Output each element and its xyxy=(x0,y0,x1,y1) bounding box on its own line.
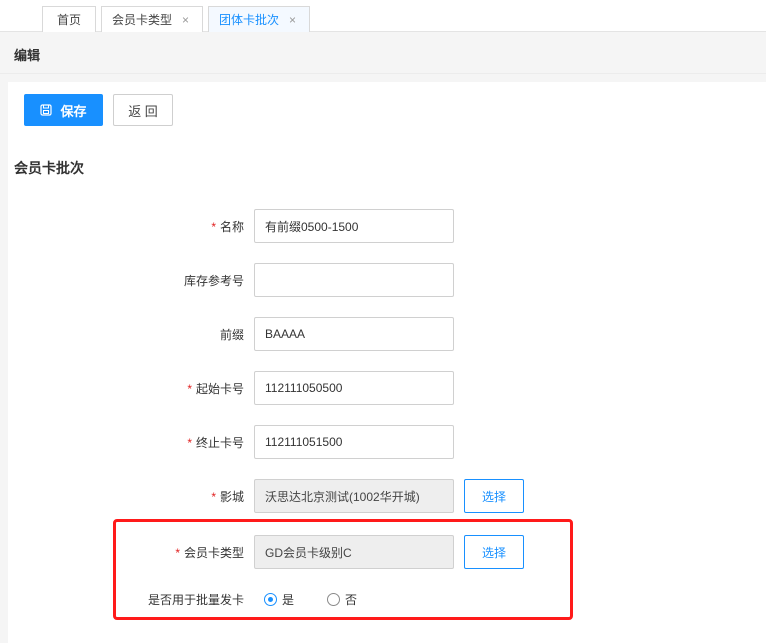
close-icon[interactable]: × xyxy=(182,13,189,27)
close-icon[interactable]: × xyxy=(289,13,296,27)
name-input[interactable] xyxy=(254,209,454,243)
page-title: 编辑 xyxy=(14,48,41,63)
radio-checked-icon[interactable] xyxy=(264,592,277,606)
stock-ref-label: 库存参考号 xyxy=(183,274,244,288)
tab-member-card-type[interactable]: 会员卡类型 × xyxy=(101,6,203,32)
stock-ref-input[interactable] xyxy=(254,263,454,297)
batch-issue-label: 是否用于批量发卡 xyxy=(147,593,244,607)
cinema-label: * 影城 xyxy=(211,490,244,504)
radio-no-label: 否 xyxy=(345,592,358,607)
cinema-select-button[interactable]: 选择 xyxy=(464,479,524,513)
card-type-select-button[interactable]: 选择 xyxy=(464,535,524,569)
tab-label: 首页 xyxy=(56,13,81,27)
select-button-label: 选择 xyxy=(481,489,506,504)
tab-group-card-batch[interactable]: 团体卡批次 × xyxy=(208,6,310,32)
tab-label: 团体卡批次 xyxy=(219,13,280,27)
tab-bar: 首页 会员卡类型 × 团体卡批次 × xyxy=(0,0,766,32)
required-mark: * xyxy=(211,490,216,504)
end-no-input[interactable] xyxy=(254,425,454,459)
save-button-label: 保存 xyxy=(60,103,87,119)
required-mark: * xyxy=(187,382,192,396)
cinema-input xyxy=(254,479,454,513)
save-button[interactable]: 保存 xyxy=(24,94,103,126)
start-no-input[interactable] xyxy=(254,371,454,405)
end-no-label: * 终止卡号 xyxy=(187,436,244,450)
tab-label: 会员卡类型 xyxy=(112,13,173,27)
prefix-input[interactable] xyxy=(254,317,454,351)
required-mark: * xyxy=(175,546,180,560)
radio-yes-label: 是 xyxy=(282,592,295,607)
back-button[interactable]: 返 回 xyxy=(113,94,173,126)
tab-home[interactable]: 首页 xyxy=(42,6,96,32)
start-no-label: * 起始卡号 xyxy=(187,382,244,396)
card-type-input xyxy=(254,535,454,569)
required-mark: * xyxy=(187,436,192,450)
card-type-label: * 会员卡类型 xyxy=(175,546,244,560)
required-mark: * xyxy=(211,220,216,234)
radio-yes[interactable]: 是 xyxy=(264,591,294,607)
radio-unchecked-icon[interactable] xyxy=(327,592,340,606)
save-icon xyxy=(40,104,53,116)
select-button-label: 选择 xyxy=(481,545,506,560)
name-label: * 名称 xyxy=(211,220,244,234)
section-title: 会员卡批次 xyxy=(14,160,84,176)
prefix-label: 前缀 xyxy=(219,328,244,342)
radio-no[interactable]: 否 xyxy=(327,591,357,607)
back-button-label: 返 回 xyxy=(128,103,158,119)
page-header: 编辑 xyxy=(0,32,766,74)
